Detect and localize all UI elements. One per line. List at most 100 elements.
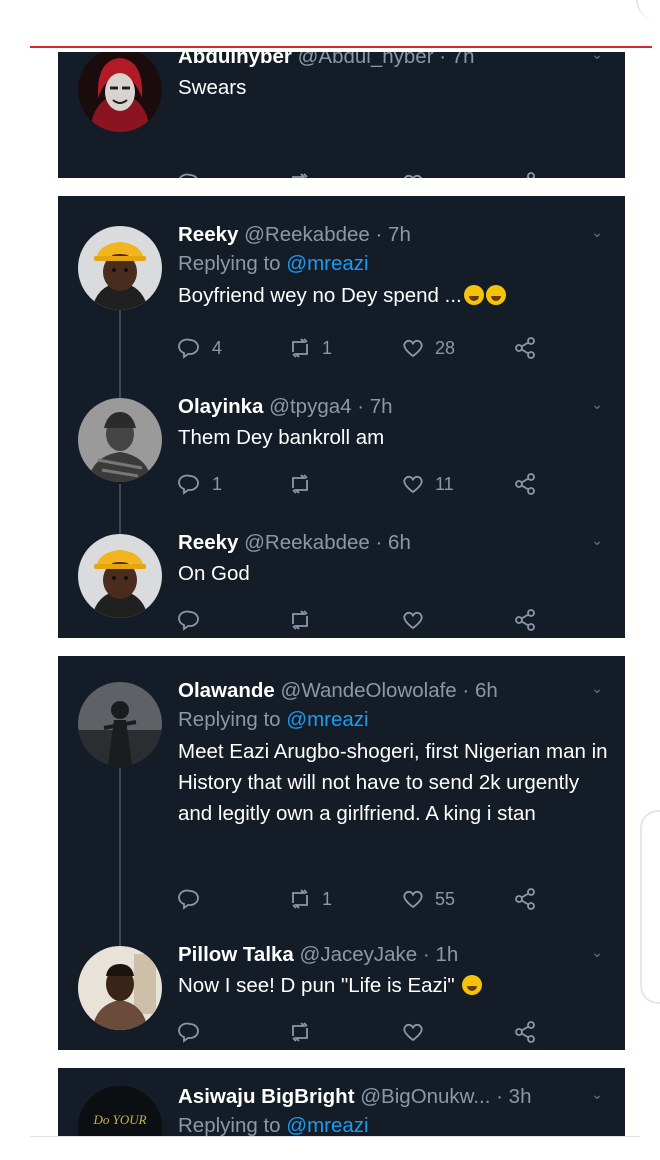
retweet-icon [292,474,308,494]
rofl-emoji [463,285,484,305]
avatar[interactable] [78,52,162,132]
retweet-icon [292,338,308,358]
tweet-card: Olawande @WandeOlowolafe · 6h ⌄ Replying… [58,656,625,1050]
display-name[interactable]: Asiwaju BigBright [178,1085,355,1108]
like-count: 55 [435,888,456,909]
display-name[interactable]: Reeky [178,531,238,554]
tweet-text: Swears [178,76,247,99]
tweet-card: Abdulhyber @Abdul_hyber · 7h ⌄ Swears [58,52,625,178]
heart-icon [403,611,423,630]
share-icon [515,473,535,495]
share-button[interactable] [513,1018,537,1046]
user-handle[interactable]: @WandeOlowolafe [281,679,457,702]
like-count: 11 [435,473,454,494]
like-button[interactable] [401,1018,435,1046]
like-count: 28 [435,337,456,358]
rofl-emoji [485,285,506,305]
display-name[interactable]: Reeky [178,223,238,246]
display-name[interactable]: Olawande [178,679,275,702]
share-button[interactable] [513,606,537,634]
like-button[interactable] [401,606,435,634]
chevron-down-icon[interactable]: ⌄ [591,944,603,961]
replying-to: Replying to @mreazi [178,1114,369,1136]
scroll-indicator-line [30,46,652,48]
like-button[interactable]: 28 [401,334,455,362]
user-handle[interactable]: @Reekabdee [244,531,370,554]
like-button[interactable]: 55 [401,885,455,913]
tweet-text: Them Dey bankroll am [178,426,385,449]
heart-icon [403,890,423,909]
avatar[interactable] [78,682,162,766]
retweet-icon [292,610,308,630]
heart-icon [403,1023,423,1042]
reply-icon [179,173,198,178]
chevron-down-icon[interactable]: ⌄ [591,224,603,241]
user-handle[interactable]: @tpyga4 [269,395,351,418]
chevron-down-icon[interactable]: ⌄ [591,1086,603,1103]
user-handle[interactable]: @Reekabdee [244,223,370,246]
reply-button[interactable]: 4 [178,334,222,362]
reply-button[interactable]: 1 [178,470,222,498]
thread-connector [119,484,121,534]
tweet-card: Do YOUR Asiwaju BigBright @BigOnukw... ·… [58,1068,625,1136]
replying-to: Replying to @mreazi [178,252,369,275]
reply-icon [178,474,199,495]
mention-link[interactable]: @mreazi [286,252,368,275]
joy-emoji [462,975,483,995]
retweet-icon [292,1022,308,1042]
user-handle[interactable]: @BigOnukw... [360,1085,490,1108]
reply-count: 4 [212,337,223,358]
timestamp: · 7h [439,52,475,68]
display-name[interactable]: Abdulhyber [178,52,292,68]
chevron-down-icon[interactable]: ⌄ [591,396,603,413]
share-button[interactable] [513,885,537,913]
share-button[interactable] [513,334,537,362]
mention-link[interactable]: @mreazi [286,1114,368,1136]
reply-button[interactable] [178,169,212,178]
reply-button[interactable] [178,885,212,913]
browser-corner [636,0,660,20]
retweet-icon [292,889,308,909]
user-handle[interactable]: @JaceyJake [300,943,418,966]
heart-icon [403,475,423,494]
retweet-button[interactable]: 1 [288,885,332,913]
tweet-text: Boyfriend wey no Dey spend ... [178,280,611,311]
timestamp: · 1h [422,943,459,966]
retweet-button[interactable] [288,606,322,634]
reply-button[interactable] [178,1018,212,1046]
timestamp: · 3h [496,1085,532,1108]
retweet-button[interactable]: 1 [288,334,332,362]
avatar[interactable] [78,946,162,1030]
avatar[interactable] [78,534,162,618]
share-icon [515,337,535,359]
like-button[interactable]: 11 [401,470,454,498]
like-button[interactable] [401,169,435,178]
edge-handle[interactable] [640,810,660,1004]
mention-link[interactable]: @mreazi [286,708,368,731]
chevron-down-icon[interactable]: ⌄ [591,52,603,63]
retweet-button[interactable] [288,1018,322,1046]
share-icon [525,172,535,178]
share-icon [515,888,535,910]
avatar[interactable]: Do YOUR [78,1086,162,1136]
thread-connector [119,308,121,398]
retweet-count: 1 [322,888,333,909]
tweet-text: On God [178,562,250,585]
reply-button[interactable] [178,606,212,634]
display-name[interactable]: Pillow Talka [178,943,294,966]
share-icon [515,609,535,631]
avatar[interactable] [78,398,162,482]
chevron-down-icon[interactable]: ⌄ [591,680,603,697]
tweet-card: Reeky @Reekabdee · 7h ⌄ Replying to @mre… [58,196,625,638]
share-button[interactable] [513,169,537,178]
retweet-button[interactable] [288,169,322,178]
chevron-down-icon[interactable]: ⌄ [591,532,603,549]
divider [30,1136,640,1137]
user-handle[interactable]: @Abdul_hyber [298,52,434,68]
timestamp: · 7h [375,223,411,246]
retweet-button[interactable] [288,470,322,498]
share-button[interactable] [513,470,537,498]
reply-icon [178,1022,199,1043]
display-name[interactable]: Olayinka [178,395,263,418]
avatar[interactable] [78,226,162,310]
